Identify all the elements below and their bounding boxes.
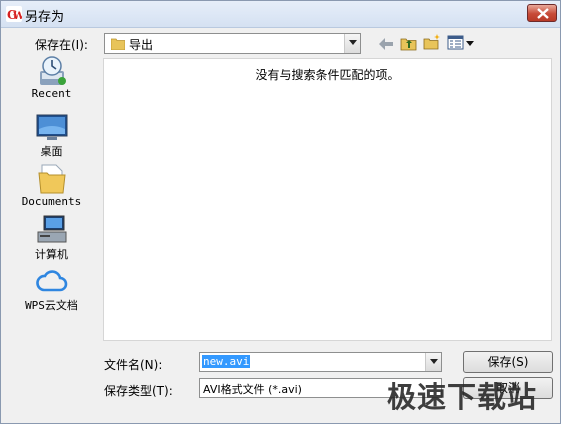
place-label: 计算机 [35,248,68,261]
filename-label: 文件名(N): [104,358,163,372]
close-button[interactable] [527,4,557,22]
filetype-label: 保存类型(T): [104,384,173,398]
places-bar: Recent 桌面 Documents 计算机 WPS云文档 [4,55,99,345]
window-title: 另存为 [25,10,65,25]
up-folder-icon[interactable] [399,33,419,53]
place-recent[interactable]: Recent [4,55,99,105]
file-list[interactable]: 没有与搜索条件匹配的项。 [103,58,552,341]
chevron-down-icon[interactable] [425,353,441,371]
back-arrow-icon[interactable] [376,34,396,54]
save-in-label: 保存在(I): [35,38,88,52]
place-desktop[interactable]: 桌面 [4,111,99,161]
save-in-dropdown[interactable]: 导出 [104,33,361,54]
title-bar[interactable]: G W 另存为 [1,1,560,28]
folder-icon [111,38,125,50]
place-label: Recent [31,87,72,100]
place-label: 桌面 [40,145,63,158]
place-wps-cloud[interactable]: WPS云文档 [4,265,99,315]
place-label: WPS云文档 [25,299,78,312]
filename-input[interactable]: new.avi [199,352,442,372]
place-documents[interactable]: Documents [4,163,99,213]
recent-icon [40,56,66,85]
computer-icon [37,215,67,243]
place-label: Documents [21,195,82,208]
svg-text:W: W [12,11,22,22]
place-computer[interactable]: 计算机 [4,214,99,264]
filename-value: new.avi [202,355,251,368]
save-in-value: 导出 [129,38,154,52]
cloud-icon [36,270,68,292]
empty-message: 没有与搜索条件匹配的项。 [255,68,400,82]
chevron-down-icon[interactable] [344,34,360,53]
watermark-text: 极速下载站 [387,380,538,414]
desktop-icon [36,114,68,140]
view-menu-icon[interactable] [447,33,475,53]
save-as-dialog: G W 另存为 保存在(I): 导出 Recent 桌面 Documents 计… [0,0,561,424]
close-icon [537,8,549,19]
app-logo-icon: G W [6,6,22,22]
documents-icon [38,164,66,194]
save-button[interactable]: 保存(S) [463,351,553,373]
filetype-value: AVI格式文件 (*.avi) [203,383,302,396]
new-folder-icon[interactable] [422,32,442,52]
